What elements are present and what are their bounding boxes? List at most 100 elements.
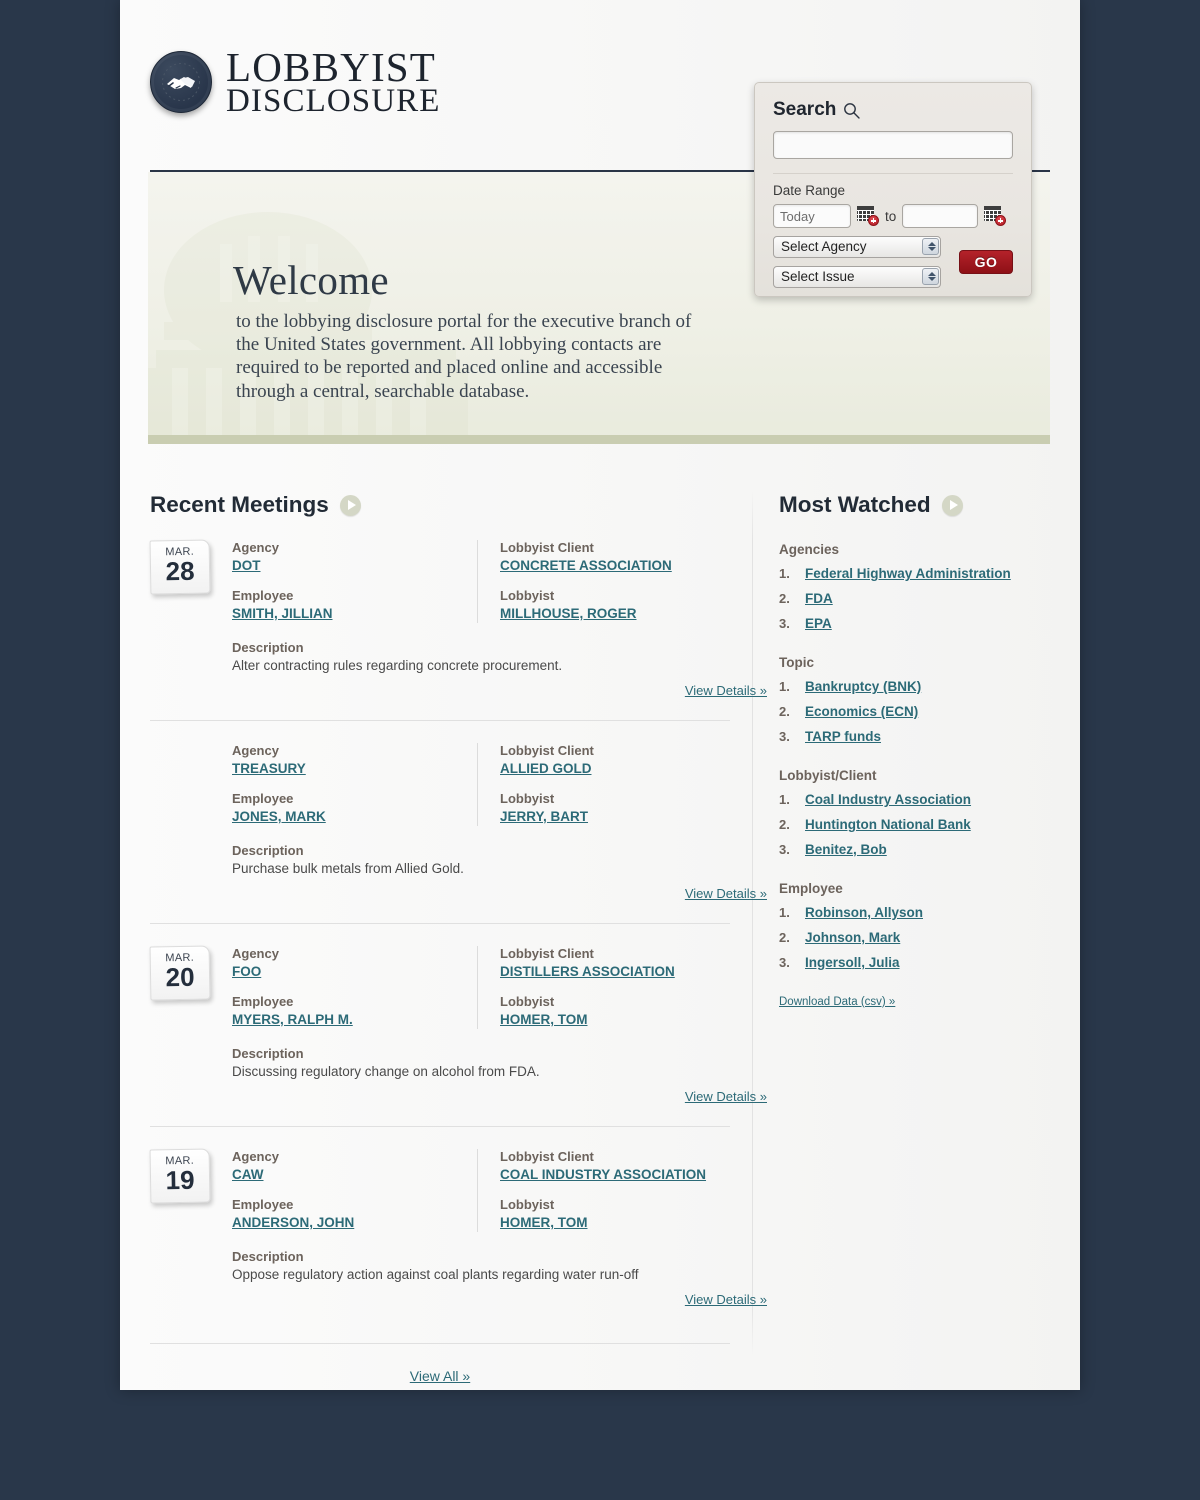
list-item: 2. Economics (ECN)	[779, 704, 1049, 719]
agency-label: Agency	[232, 540, 279, 555]
list-item: 1. Bankruptcy (BNK)	[779, 679, 1049, 694]
list-item-link[interactable]: Federal Highway Administration	[805, 566, 1011, 581]
employee-label: Employee	[232, 588, 294, 603]
banner-footer-bar	[148, 435, 1050, 444]
date-range-to-label: to	[885, 208, 897, 224]
employee-value-link[interactable]: ANDERSON, JOHN	[232, 1215, 354, 1230]
employee-field: Employee JONES, MARK	[232, 791, 477, 826]
agency-value-link[interactable]: FOO	[232, 964, 261, 979]
lobbyist-label: Lobbyist	[500, 1197, 555, 1212]
description-text: Discussing regulatory change on alcohol …	[232, 1064, 540, 1079]
list-item-link[interactable]: Huntington National Bank	[805, 817, 971, 832]
lobbyist-value-link[interactable]: HOMER, TOM	[500, 1215, 588, 1230]
issue-select-stepper-icon[interactable]	[922, 268, 939, 285]
lobbyist-label: Lobbyist	[500, 791, 555, 806]
list-item-rank: 2.	[779, 704, 790, 719]
lobbyist-value-link[interactable]: MILLHOUSE, ROGER	[500, 606, 637, 621]
meeting-date-spacer	[150, 743, 210, 901]
list-item-link[interactable]: Ingersoll, Julia	[805, 955, 900, 970]
agency-value-link[interactable]: TREASURY	[232, 761, 306, 776]
agency-label: Agency	[232, 946, 279, 961]
view-all-link[interactable]: View All »	[410, 1368, 470, 1384]
client-value-link[interactable]: COAL INDUSTRY ASSOCIATION	[500, 1167, 706, 1182]
meeting-date-chip: MAR. 20	[149, 945, 211, 1001]
recent-meetings-title: Recent Meetings	[150, 492, 329, 517]
employee-value-link[interactable]: SMITH, JILLIAN	[232, 606, 333, 621]
group-title: Agencies	[779, 542, 840, 557]
agency-select[interactable]: Select Agency	[773, 236, 941, 258]
lobbyist-value-link[interactable]: JERRY, BART	[500, 809, 588, 824]
list-item: 3. TARP funds	[779, 729, 1049, 744]
play-arrow-icon-watched[interactable]	[941, 494, 963, 516]
calendar-add-icon-from[interactable]	[857, 206, 879, 226]
meeting-date-day: 19	[165, 1164, 195, 1196]
brand-wordmark: LOBBYIST DISCLOSURE	[226, 46, 441, 117]
employee-label: Employee	[232, 1197, 294, 1212]
lobbyist-field: Lobbyist MILLHOUSE, ROGER	[500, 588, 767, 623]
list-item-rank: 2.	[779, 591, 790, 606]
meeting-left-fields: Agency FOO Employee MYERS, RALPH M.	[232, 946, 477, 1029]
view-details-link[interactable]: View Details »	[232, 886, 767, 901]
agency-select-stepper-icon[interactable]	[922, 238, 939, 255]
agency-value-link[interactable]: CAW	[232, 1167, 264, 1182]
play-arrow-icon-recent[interactable]	[339, 494, 361, 516]
list-item: 3. EPA	[779, 616, 1049, 631]
most-watched-group: Agencies 1. Federal Highway Administration…	[779, 542, 1049, 631]
lobbyist-value-link[interactable]: HOMER, TOM	[500, 1012, 588, 1027]
search-title-text: Search	[773, 99, 837, 120]
list-item-link[interactable]: Benitez, Bob	[805, 842, 887, 857]
issue-select[interactable]: Select Issue	[773, 266, 941, 288]
meeting-date-day: 20	[165, 961, 195, 993]
list-item-link[interactable]: Johnson, Mark	[805, 930, 900, 945]
list-item: 2. Johnson, Mark	[779, 930, 1049, 945]
most-watched-section: Most Watched Agencies 1. Federal Highway A…	[779, 492, 1049, 1008]
view-details-link[interactable]: View Details »	[232, 1292, 767, 1307]
employee-label: Employee	[232, 791, 294, 806]
lobbyist-field: Lobbyist HOMER, TOM	[500, 1197, 767, 1232]
issue-select-wrap[interactable]: Select Issue	[773, 266, 941, 288]
list-item-link[interactable]: TARP funds	[805, 729, 881, 744]
list-item-link[interactable]: Coal Industry Association	[805, 792, 971, 807]
site-logo[interactable]: LOBBYIST DISCLOSURE	[150, 46, 441, 117]
list-item-rank: 2.	[779, 930, 790, 945]
client-value-link[interactable]: CONCRETE ASSOCIATION	[500, 558, 672, 573]
list-item: 2. FDA	[779, 591, 1049, 606]
most-watched-groups: Agencies 1. Federal Highway Administration…	[779, 542, 1049, 970]
description-text: Alter contracting rules regarding concre…	[232, 658, 563, 673]
handshake-icon	[150, 51, 212, 114]
search-input[interactable]	[773, 131, 1013, 159]
date-to-input[interactable]	[902, 204, 979, 228]
list-item: 3. Ingersoll, Julia	[779, 955, 1049, 970]
go-button[interactable]: GO	[959, 250, 1013, 274]
lobbyist-field: Lobbyist JERRY, BART	[500, 791, 767, 826]
description-text: Purchase bulk metals from Allied Gold.	[232, 861, 464, 876]
list-item-link[interactable]: Robinson, Allyson	[805, 905, 923, 920]
list-item-link[interactable]: Bankruptcy (BNK)	[805, 679, 921, 694]
employee-value-link[interactable]: MYERS, RALPH M.	[232, 1012, 353, 1027]
search-icon	[844, 102, 861, 119]
agency-value-link[interactable]: DOT	[232, 558, 261, 573]
view-details-link[interactable]: View Details »	[232, 1089, 767, 1104]
most-watched-heading: Most Watched	[779, 492, 1049, 518]
list-item-rank: 1.	[779, 679, 790, 694]
client-value-link[interactable]: DISTILLERS ASSOCIATION	[500, 964, 675, 979]
list-item-link[interactable]: FDA	[805, 591, 833, 606]
agency-select-wrap[interactable]: Select Agency	[773, 236, 941, 258]
employee-value-link[interactable]: JONES, MARK	[232, 809, 326, 824]
meeting-right-fields: Lobbyist Client COAL INDUSTRY ASSOCIATION…	[477, 1149, 767, 1232]
download-data-link[interactable]: Download Data (csv) »	[779, 996, 1049, 1008]
list-item-link[interactable]: Economics (ECN)	[805, 704, 918, 719]
most-watched-group: Lobbyist/Client 1. Coal Industry Associati…	[779, 768, 1049, 857]
calendar-add-icon-to[interactable]	[984, 206, 1007, 226]
client-value-link[interactable]: ALLIED GOLD	[500, 761, 592, 776]
view-details-link[interactable]: View Details »	[232, 683, 767, 698]
client-field: Lobbyist Client DISTILLERS ASSOCIATION	[500, 946, 767, 981]
date-from-input[interactable]	[773, 204, 851, 228]
list-item: 1. Robinson, Allyson	[779, 905, 1049, 920]
employee-field: Employee ANDERSON, JOHN	[232, 1197, 477, 1232]
meeting-card: MAR. 28 Agency DOT Employee SMITH, JILLIAN Lob…	[149, 539, 767, 720]
agency-field: Agency TREASURY	[232, 743, 477, 778]
list-item-link[interactable]: EPA	[805, 616, 832, 631]
meeting-fields: Agency FOO Employee MYERS, RALPH M. Lobbyist…	[232, 946, 767, 1104]
group-title: Topic	[779, 655, 814, 670]
